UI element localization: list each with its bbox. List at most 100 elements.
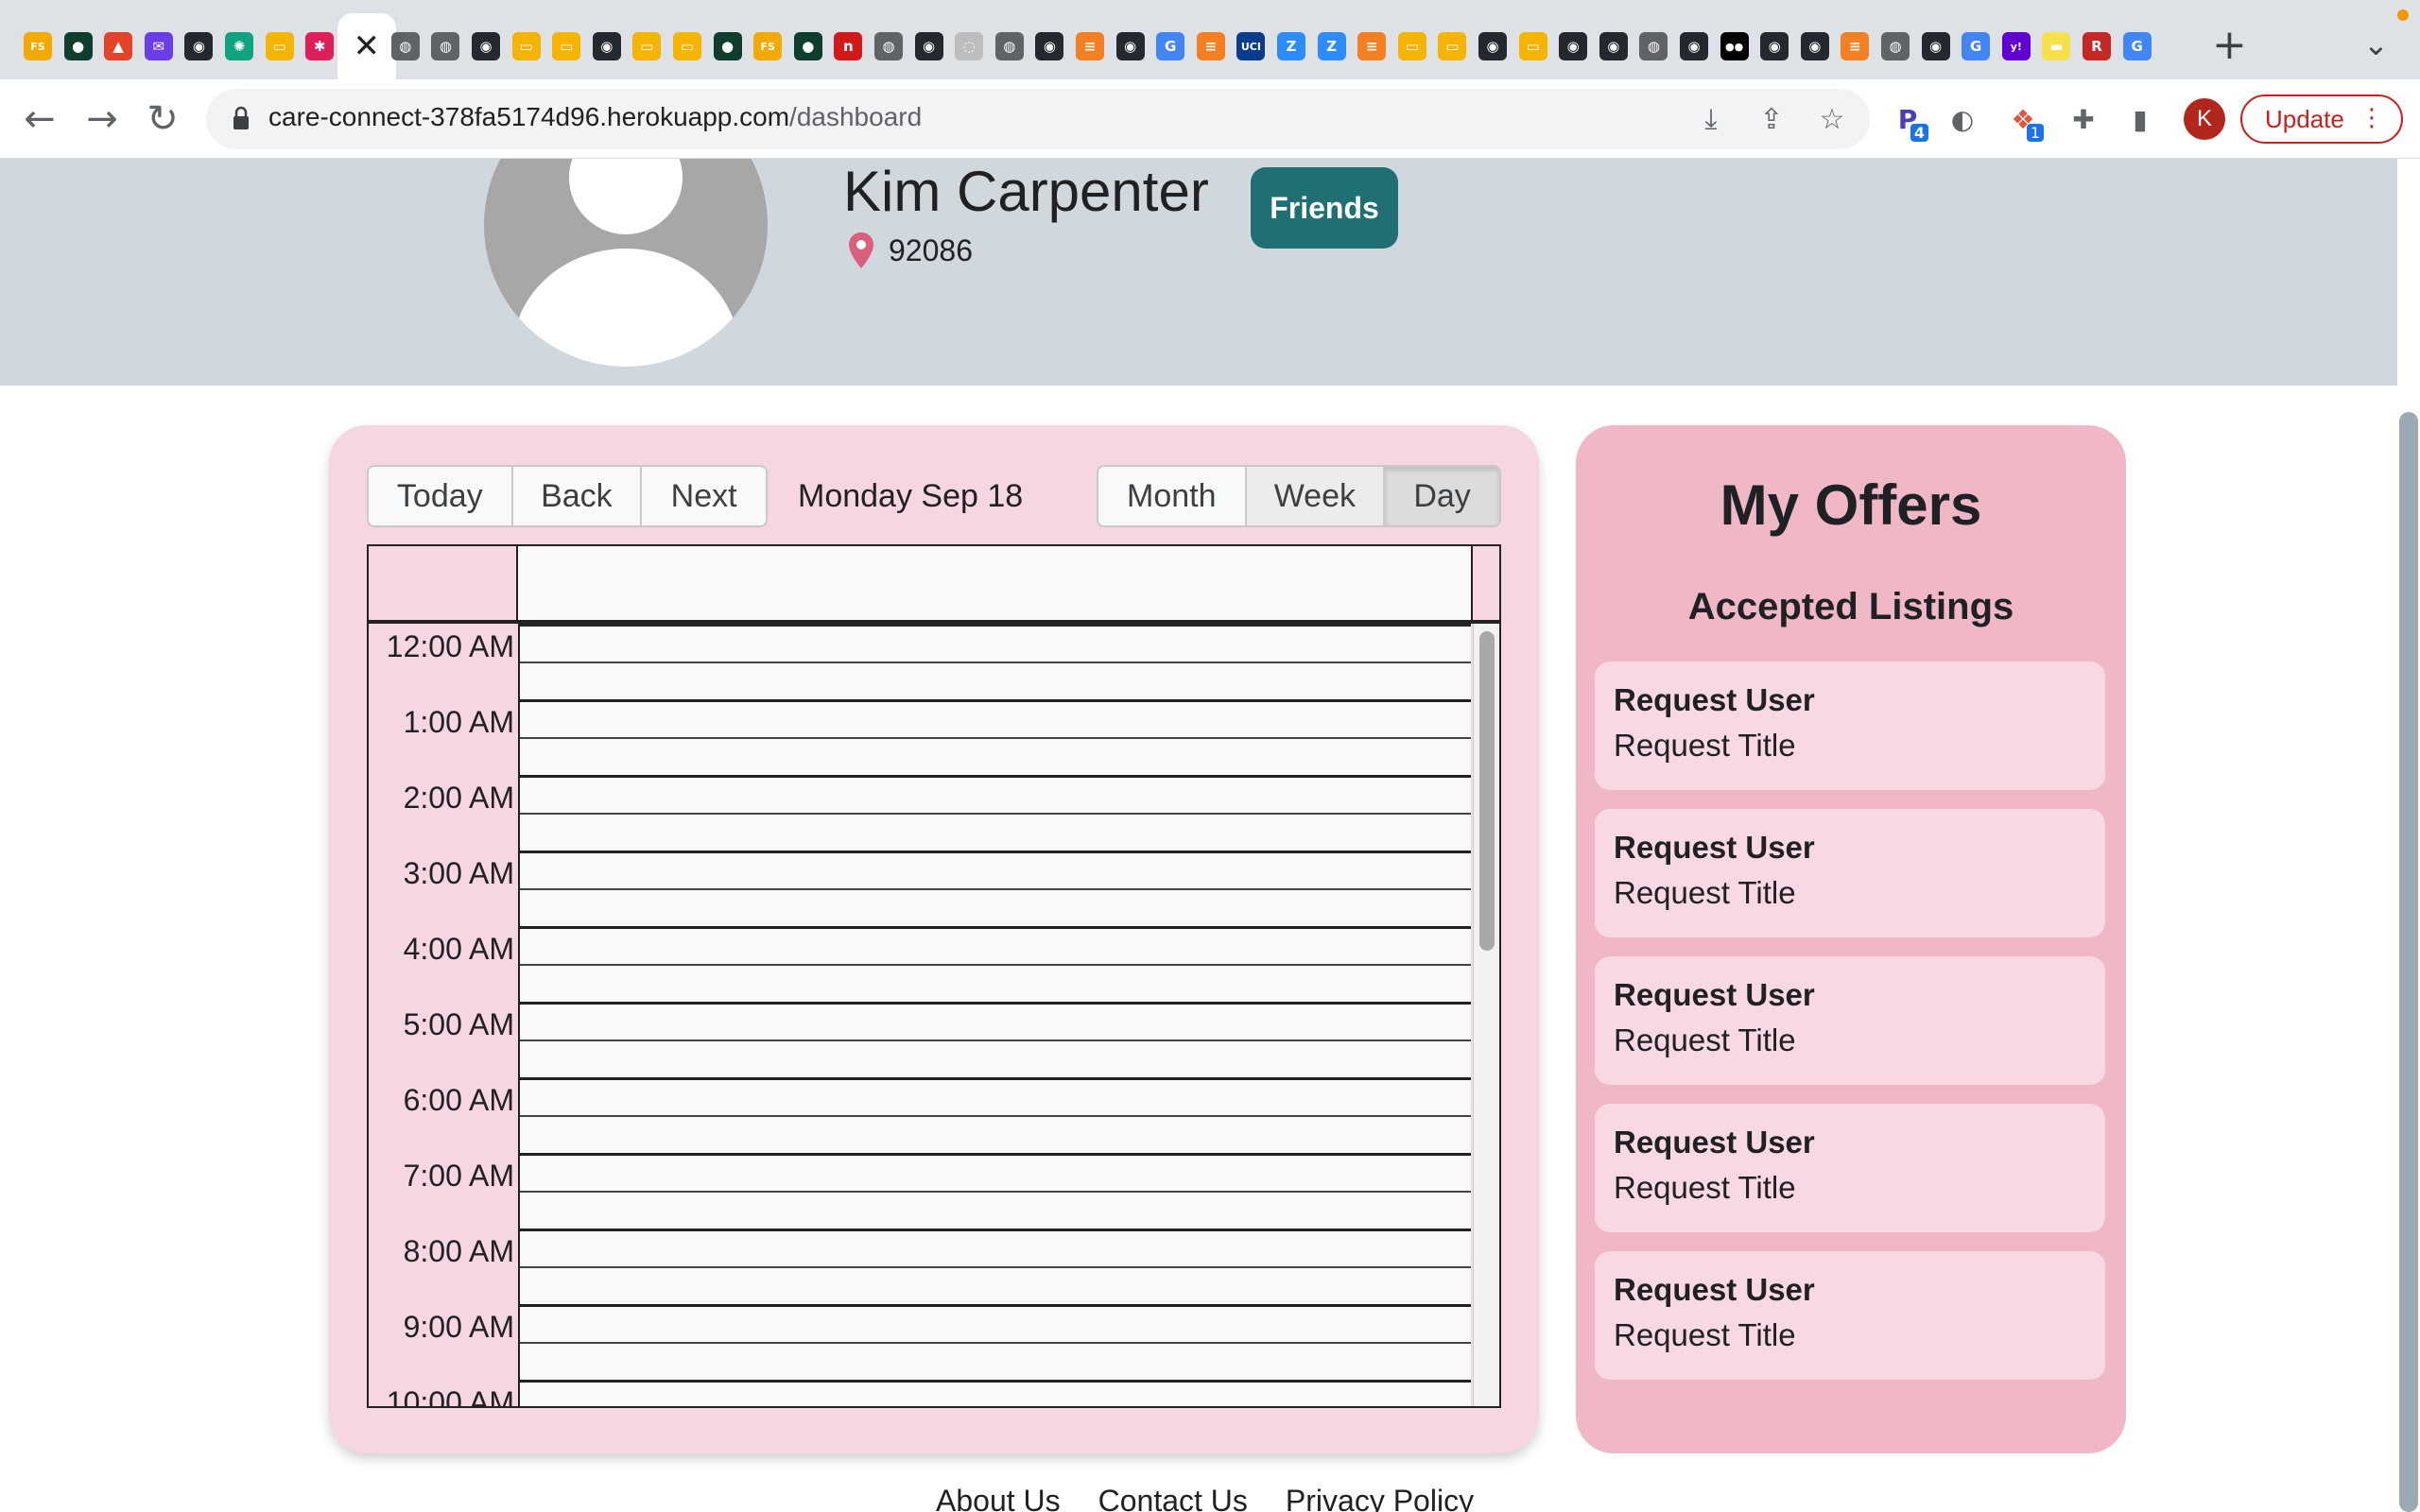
day-view-button[interactable]: Day bbox=[1385, 467, 1499, 525]
new-tab-button[interactable]: + bbox=[2212, 21, 2247, 69]
browser-tab[interactable]: y! bbox=[1997, 13, 2035, 79]
browser-tab[interactable]: ◉ bbox=[1675, 13, 1713, 79]
browser-tab[interactable]: ◉ bbox=[180, 13, 217, 79]
browser-tab[interactable]: ≡ bbox=[1353, 13, 1391, 79]
time-slot[interactable] bbox=[520, 1002, 1471, 1040]
time-slot[interactable] bbox=[520, 888, 1471, 926]
time-slot[interactable] bbox=[520, 1304, 1471, 1342]
time-slot[interactable] bbox=[520, 850, 1471, 888]
browser-tab[interactable]: ≡ bbox=[1836, 13, 1874, 79]
lock-icon[interactable] bbox=[233, 106, 250, 130]
time-slot[interactable] bbox=[520, 1040, 1471, 1077]
browser-tab[interactable]: ◍ bbox=[1876, 13, 1914, 79]
install-app-icon[interactable]: ⤓ bbox=[1692, 100, 1730, 138]
page-scrollbar-thumb[interactable] bbox=[2399, 412, 2418, 1512]
browser-tab[interactable]: ▭ bbox=[668, 13, 706, 79]
time-slot[interactable] bbox=[520, 964, 1471, 1002]
listing-card[interactable]: Request User Request Title bbox=[1595, 1251, 2105, 1380]
time-slot[interactable] bbox=[520, 1191, 1471, 1228]
time-slot[interactable] bbox=[520, 775, 1471, 813]
listing-card[interactable]: Request User Request Title bbox=[1595, 809, 2105, 937]
browser-tab[interactable]: ▭ bbox=[1433, 13, 1471, 79]
bookmark-star-icon[interactable]: ☆ bbox=[1813, 100, 1851, 138]
browser-tab[interactable]: ◍ bbox=[991, 13, 1028, 79]
browser-tab[interactable]: ● bbox=[789, 13, 827, 79]
extension-puzzle-badge-icon[interactable]: ❖ 1 bbox=[2004, 100, 2044, 142]
next-button[interactable]: Next bbox=[642, 467, 766, 525]
browser-tab[interactable]: ▭ bbox=[1514, 13, 1552, 79]
browser-tab[interactable]: ▭ bbox=[628, 13, 666, 79]
week-view-button[interactable]: Week bbox=[1246, 467, 1386, 525]
browser-tab[interactable]: ● bbox=[60, 13, 97, 79]
browser-tab[interactable]: FS bbox=[19, 13, 57, 79]
back-button[interactable]: ← bbox=[15, 94, 64, 144]
time-slot[interactable] bbox=[520, 926, 1471, 964]
browser-tab[interactable]: ◉ bbox=[910, 13, 948, 79]
tab-search-button[interactable]: ⌄ bbox=[2363, 26, 2389, 62]
time-slot[interactable] bbox=[520, 699, 1471, 737]
browser-tab[interactable]: ◉ bbox=[588, 13, 626, 79]
time-slot[interactable] bbox=[520, 1115, 1471, 1153]
browser-tab[interactable]: ▭ bbox=[1393, 13, 1431, 79]
address-bar[interactable]: care-connect-378fa5174d96.herokuapp.com/… bbox=[206, 89, 1870, 149]
browser-tab[interactable]: G bbox=[2118, 13, 2156, 79]
browser-tab[interactable]: ◉ bbox=[1112, 13, 1150, 79]
time-slot[interactable] bbox=[520, 813, 1471, 850]
browser-tab[interactable]: ◉ bbox=[1917, 13, 1955, 79]
time-slot[interactable] bbox=[520, 1342, 1471, 1380]
browser-tab[interactable]: ▭ bbox=[547, 13, 585, 79]
menu-dots-icon[interactable]: ⋮ bbox=[2360, 104, 2384, 132]
browser-tab[interactable]: UCI bbox=[1232, 13, 1270, 79]
footer-about-link[interactable]: About Us bbox=[936, 1484, 1061, 1512]
browser-tab[interactable]: ◉ bbox=[1030, 13, 1068, 79]
listing-card[interactable]: Request User Request Title bbox=[1595, 1104, 2105, 1232]
time-slot[interactable] bbox=[520, 624, 1471, 662]
browser-tab[interactable]: n bbox=[829, 13, 867, 79]
browser-tab[interactable]: ◉ bbox=[1554, 13, 1592, 79]
time-slot[interactable] bbox=[520, 1380, 1471, 1406]
all-day-slot[interactable] bbox=[518, 546, 1473, 620]
browser-tab[interactable]: ✱ bbox=[301, 13, 338, 79]
browser-tab[interactable]: Z bbox=[1313, 13, 1351, 79]
time-slot[interactable] bbox=[520, 1228, 1471, 1266]
friends-button[interactable]: Friends bbox=[1251, 167, 1398, 249]
footer-contact-link[interactable]: Contact Us bbox=[1098, 1484, 1248, 1512]
browser-tab[interactable]: ●● bbox=[1716, 13, 1754, 79]
time-grid-body[interactable]: 12:00 AM 1:00 AM 2:00 AM 3:00 AM 4:00 AM 5:00… bbox=[369, 624, 1499, 1406]
calendar-scrollbar-thumb[interactable] bbox=[1479, 631, 1495, 951]
browser-tab[interactable]: ≡ bbox=[1192, 13, 1230, 79]
extension-p-icon[interactable]: P4 bbox=[1889, 100, 1928, 142]
calendar-scrollbar[interactable] bbox=[1473, 624, 1499, 1406]
listing-card[interactable]: Request User Request Title bbox=[1595, 662, 2105, 790]
browser-tab[interactable]: ◍ bbox=[387, 13, 424, 79]
time-slot[interactable] bbox=[520, 1077, 1471, 1115]
browser-tab[interactable]: FS bbox=[749, 13, 786, 79]
browser-tab[interactable]: ◍ bbox=[1634, 13, 1672, 79]
browser-tab[interactable]: ▲ bbox=[99, 13, 137, 79]
month-view-button[interactable]: Month bbox=[1098, 467, 1247, 525]
browser-tab[interactable]: ◌ bbox=[950, 13, 988, 79]
browser-tab[interactable]: ◉ bbox=[467, 13, 505, 79]
update-button[interactable]: Update ⋮ bbox=[2240, 94, 2403, 144]
footer-privacy-link[interactable]: Privacy Policy bbox=[1286, 1484, 1474, 1512]
browser-tab[interactable]: ▭ bbox=[508, 13, 545, 79]
share-icon[interactable]: ⇪ bbox=[1753, 100, 1790, 138]
browser-tab[interactable]: ◉ bbox=[1755, 13, 1793, 79]
browser-tab[interactable]: ◉ bbox=[1474, 13, 1512, 79]
side-panel-icon[interactable]: ▮ bbox=[2121, 100, 2159, 138]
time-slot[interactable] bbox=[520, 1266, 1471, 1304]
browser-tab[interactable]: ● bbox=[709, 13, 747, 79]
listing-card[interactable]: Request User Request Title bbox=[1595, 956, 2105, 1085]
url-text[interactable]: care-connect-378fa5174d96.herokuapp.com/… bbox=[268, 102, 922, 132]
browser-tab[interactable]: ▭ bbox=[261, 13, 299, 79]
browser-tab[interactable]: G bbox=[1151, 13, 1189, 79]
browser-tab[interactable]: ◍ bbox=[426, 13, 464, 79]
time-slot[interactable] bbox=[520, 737, 1471, 775]
browser-tab[interactable]: ✉ bbox=[140, 13, 178, 79]
forward-button[interactable]: → bbox=[78, 94, 127, 144]
profile-avatar[interactable]: K bbox=[2184, 98, 2225, 140]
browser-tab[interactable]: G bbox=[1957, 13, 1995, 79]
time-slot[interactable] bbox=[520, 1153, 1471, 1191]
browser-tab[interactable]: ✺ bbox=[220, 13, 258, 79]
browser-tab[interactable]: R bbox=[2078, 13, 2116, 79]
